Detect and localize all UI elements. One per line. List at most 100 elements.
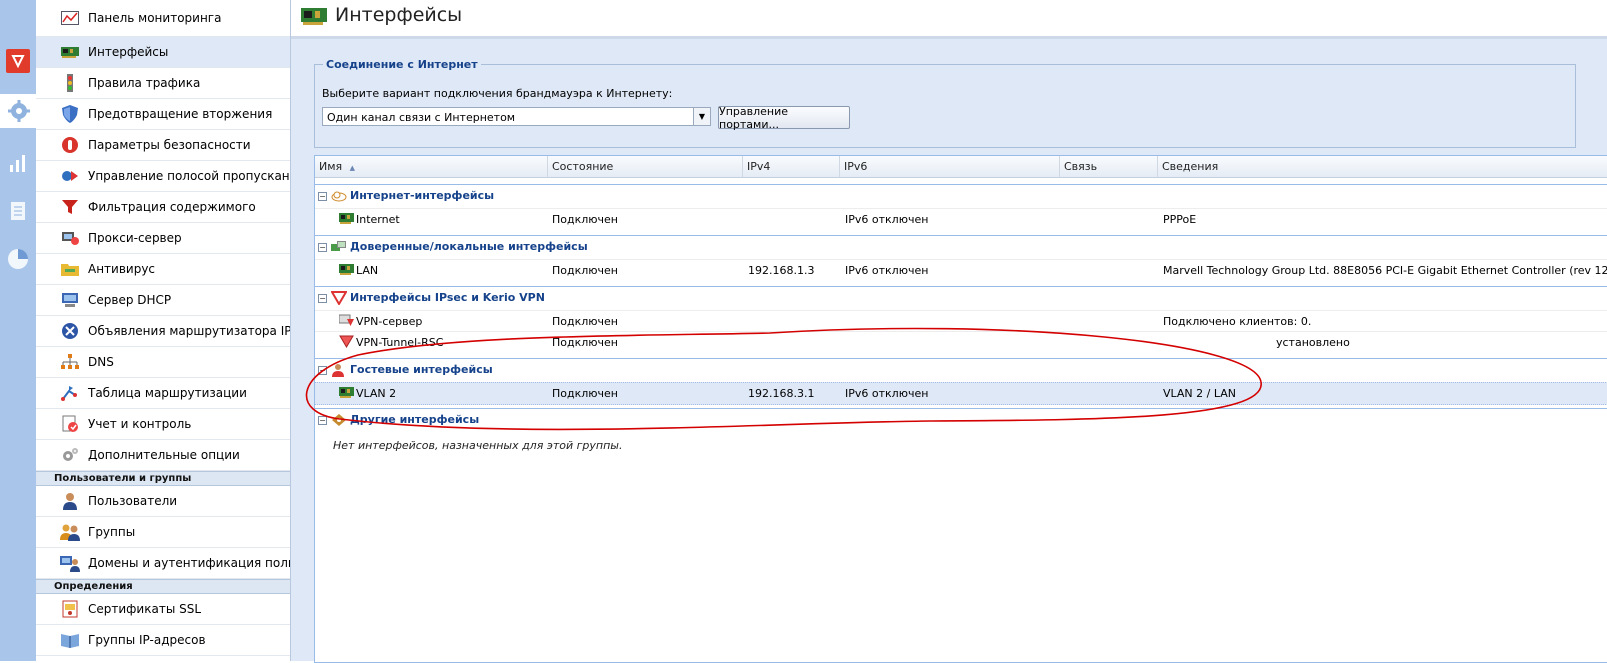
dhcp-server-icon <box>60 291 80 309</box>
nav-item-interfaces[interactable]: Интерфейсы <box>36 37 290 68</box>
cell-ipv6: IPv6 отключен <box>845 213 929 226</box>
gear-icon <box>8 100 30 122</box>
proxy-icon <box>60 229 80 247</box>
bar-chart-icon <box>10 155 25 172</box>
nav-item-intrusion-prevention[interactable]: Предотвращение вторжения <box>36 99 290 130</box>
group-header-internet[interactable]: − Интернет-интерфейсы <box>315 184 1607 208</box>
nav-item-security-settings[interactable]: Параметры безопасности <box>36 130 290 161</box>
nav-item-proxy[interactable]: Прокси-сервер <box>36 223 290 254</box>
group-header-trusted[interactable]: − Доверенные/локальные интерфейсы <box>315 235 1607 259</box>
rail-config-button[interactable] <box>0 94 38 128</box>
document-icon <box>11 202 25 220</box>
manage-ports-button[interactable]: Управление портами... <box>718 105 850 131</box>
nav-label: Панель мониторинга <box>88 11 222 25</box>
security-stop-icon <box>60 136 80 154</box>
nav-label: Интерфейсы <box>88 45 169 59</box>
nav-item-accounting[interactable]: Учет и контроль <box>36 409 290 440</box>
nav-label: Сертификаты SSL <box>88 602 202 616</box>
rail-status-button[interactable] <box>0 242 36 276</box>
red-shield-icon <box>6 49 30 73</box>
nav-item-bandwidth[interactable]: Управление полосой пропускания и <box>36 161 290 192</box>
other-interfaces-icon <box>332 414 346 426</box>
connection-mode-label: Выберите вариант подключения брандмауэра… <box>322 87 673 100</box>
cell-state: Подключен <box>552 213 618 226</box>
column-header-ipv6[interactable]: IPv6 <box>840 156 1060 178</box>
nav-section-definitions: Определения <box>36 579 290 594</box>
nav-item-domains[interactable]: Домены и аутентификация пользова <box>36 548 290 579</box>
collapse-icon[interactable]: − <box>318 366 327 375</box>
nav-item-antivirus[interactable]: Антивирус <box>36 254 290 285</box>
guest-icon <box>332 364 344 377</box>
main-panel: Интерфейсы Соединение с Интернет Выберит… <box>291 0 1607 663</box>
vpn-tunnel-icon <box>339 335 354 348</box>
column-header-state[interactable]: Состояние <box>548 156 743 178</box>
column-header-ipv4[interactable]: IPv4 <box>743 156 840 178</box>
collapse-icon[interactable]: − <box>318 294 327 303</box>
nav-label: Сервер DHCP <box>88 293 172 307</box>
collapse-icon[interactable]: − <box>318 243 327 252</box>
nav-item-users[interactable]: Пользователи <box>36 486 290 517</box>
cell-state: Подключен <box>552 336 618 349</box>
network-card-icon <box>339 264 354 275</box>
content-area: Соединение с Интернет Выберите вариант п… <box>291 39 1607 663</box>
nav-item-routing-table[interactable]: Таблица маршрутизации <box>36 378 290 409</box>
nav-item-dns[interactable]: DNS <box>36 347 290 378</box>
accounting-icon <box>60 415 80 433</box>
connection-mode-select[interactable]: Один канал связи с Интернетом ▼ <box>322 107 711 126</box>
ipv6-router-icon <box>60 322 80 340</box>
cell-state: Подключен <box>552 315 618 328</box>
cell-state: Подключен <box>552 387 618 400</box>
pie-chart-icon <box>8 249 28 269</box>
cell-name: LAN <box>356 264 379 277</box>
nav-label: Группы IP-адресов <box>88 633 206 647</box>
nav-label: Предотвращение вторжения <box>88 107 273 121</box>
ip-group-icon <box>60 631 80 649</box>
certificate-icon <box>60 600 80 618</box>
nav-label: Прокси-сервер <box>88 231 182 245</box>
group-header-other[interactable]: − Другие интерфейсы <box>315 408 1607 432</box>
nav-item-groups[interactable]: Группы <box>36 517 290 548</box>
nav-item-dhcp[interactable]: Сервер DHCP <box>36 285 290 316</box>
cell-ipv6: IPv6 отключен <box>845 264 929 277</box>
nav-item-advanced-options[interactable]: Дополнительные опции <box>36 440 290 471</box>
column-header-link[interactable]: Связь <box>1060 156 1158 178</box>
computers-icon <box>331 241 346 251</box>
nav-item-ipv6-router[interactable]: Объявления маршрутизатора IPv6 <box>36 316 290 347</box>
rail-security-button[interactable] <box>0 44 36 78</box>
nav-label: Пользователи <box>88 494 178 508</box>
rail-logs-button[interactable] <box>0 194 36 228</box>
table-row[interactable]: VPN-Tunnel-RSC Подключен установлено <box>315 331 1607 353</box>
rail-statistics-button[interactable] <box>0 146 36 180</box>
group-label: Интерфейсы IPsec и Kerio VPN <box>350 291 545 304</box>
nav-label: Антивирус <box>88 262 156 276</box>
table-row[interactable]: Internet Подключен IPv6 отключен PPPoE <box>315 208 1607 230</box>
cell-name: VPN-Tunnel-RSC <box>356 336 444 349</box>
nav-item-content-filter[interactable]: Фильтрация содержимого <box>36 192 290 223</box>
fieldset-legend: Соединение с Интернет <box>323 58 481 71</box>
group-icon <box>60 523 80 541</box>
chevron-down-icon[interactable]: ▼ <box>693 108 710 125</box>
group-label: Другие интерфейсы <box>350 413 480 426</box>
column-header-details[interactable]: Сведения <box>1158 156 1607 178</box>
nav-item-dashboard[interactable]: Панель мониторинга <box>36 0 290 37</box>
cell-ipv6: IPv6 отключен <box>845 387 929 400</box>
domain-auth-icon <box>60 554 80 572</box>
group-header-vpn[interactable]: − Интерфейсы IPsec и Kerio VPN <box>315 286 1607 310</box>
nav-item-traffic-rules[interactable]: Правила трафика <box>36 68 290 99</box>
nav-label: Таблица маршрутизации <box>88 386 247 400</box>
collapse-icon[interactable]: − <box>318 192 327 201</box>
column-header-name[interactable]: Имя ▲ <box>315 156 548 178</box>
collapse-icon[interactable]: − <box>318 416 327 425</box>
network-card-icon <box>60 43 80 61</box>
nav-item-ip-groups[interactable]: Группы IP-адресов <box>36 625 290 656</box>
interfaces-grid: Имя ▲ Состояние IPv4 IPv6 Связь Сведения… <box>314 155 1607 663</box>
dns-icon <box>60 353 80 371</box>
antivirus-folder-icon <box>60 260 80 278</box>
table-row[interactable]: VLAN 2 Подключен 192.168.3.1 IPv6 отключ… <box>315 382 1607 405</box>
bandwidth-icon <box>60 167 80 185</box>
network-card-icon <box>339 387 354 398</box>
table-row[interactable]: LAN Подключен 192.168.1.3 IPv6 отключен … <box>315 259 1607 281</box>
group-header-guest[interactable]: − Гостевые интерфейсы <box>315 358 1607 382</box>
table-row[interactable]: VPN-сервер Подключен Подключено клиентов… <box>315 310 1607 332</box>
nav-item-ssl-certificates[interactable]: Сертификаты SSL <box>36 594 290 625</box>
